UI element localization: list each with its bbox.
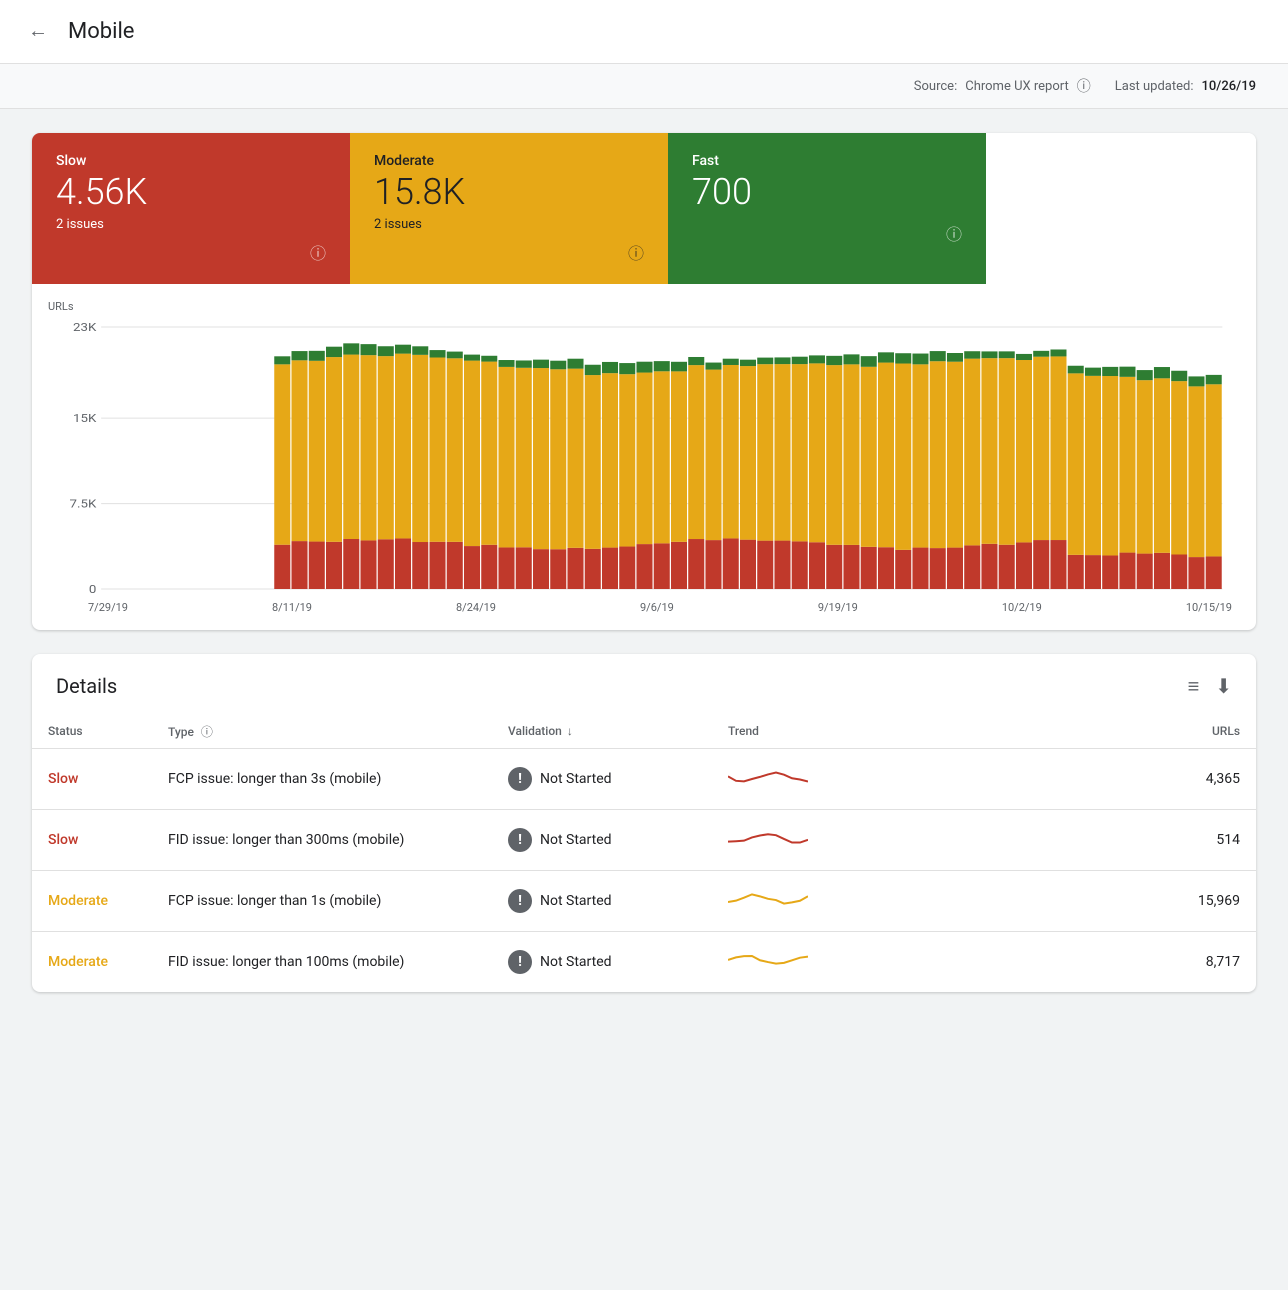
slow-help-icon[interactable]: ⓘ	[310, 240, 326, 264]
fast-help-icon[interactable]: ⓘ	[946, 221, 962, 245]
validation-status-text: Not Started	[540, 832, 612, 848]
row-type: FID issue: longer than 100ms (mobile)	[152, 931, 492, 992]
table-head: Status Type ⓘ Validation ↓ Trend URLs	[32, 715, 1256, 749]
validation-status-text: Not Started	[540, 893, 612, 909]
row-urls: 514	[852, 809, 1256, 870]
main-content: Slow 4.56K 2 issues ⓘ Moderate 15.8K 2 i…	[0, 109, 1288, 1016]
svg-text:0: 0	[89, 583, 97, 596]
download-icon[interactable]: ⬇	[1215, 674, 1232, 698]
table-row: SlowFCP issue: longer than 3s (mobile)! N…	[32, 748, 1256, 809]
row-urls: 15,969	[852, 870, 1256, 931]
table-row: ModerateFCP issue: longer than 1s (mobil…	[32, 870, 1256, 931]
details-header: Details ≡ ⬇	[32, 654, 1256, 715]
slow-label: Slow	[56, 153, 326, 169]
th-type: Type ⓘ	[152, 715, 492, 749]
row-type: FID issue: longer than 300ms (mobile)	[152, 809, 492, 870]
summary-fast: Fast 700 ⓘ	[668, 133, 986, 284]
type-help-icon[interactable]: ⓘ	[201, 725, 213, 739]
table-row: SlowFID issue: longer than 300ms (mobile…	[32, 809, 1256, 870]
updated-value: 10/26/19	[1202, 79, 1256, 94]
chart-area: URLs 0 7.5K 15K 23K 7/29/19 8/11/19 8/24/19 9/…	[32, 284, 1256, 630]
slow-issues: 2 issues	[56, 217, 326, 232]
row-validation: ! Not Started	[492, 931, 712, 992]
validation-status-icon: !	[508, 950, 532, 974]
row-trend	[712, 809, 852, 870]
trend-line-svg	[728, 887, 808, 911]
th-urls: URLs	[852, 715, 1256, 749]
page-header: ← Mobile	[0, 0, 1288, 64]
validation-status-icon: !	[508, 889, 532, 913]
row-status: Moderate	[32, 870, 152, 931]
x-label: 7/29/19	[88, 601, 128, 614]
x-label: 10/2/19	[1002, 601, 1042, 614]
validation-status-text: Not Started	[540, 954, 612, 970]
x-label: 9/6/19	[640, 601, 674, 614]
source-label: Source:	[914, 79, 957, 94]
table-row: ModerateFID issue: longer than 100ms (mo…	[32, 931, 1256, 992]
fast-label: Fast	[692, 153, 962, 169]
chart-y-label: URLs	[48, 300, 1232, 313]
summary-chart-card: Slow 4.56K 2 issues ⓘ Moderate 15.8K 2 i…	[32, 133, 1256, 630]
th-status: Status	[32, 715, 152, 749]
row-trend	[712, 870, 852, 931]
source-name: Chrome UX report	[965, 79, 1069, 94]
details-title: Details	[56, 674, 117, 698]
row-status: Moderate	[32, 931, 152, 992]
row-type: FCP issue: longer than 1s (mobile)	[152, 870, 492, 931]
validation-status-icon: !	[508, 828, 532, 852]
validation-status-text: Not Started	[540, 771, 612, 787]
x-label: 8/11/19	[272, 601, 312, 614]
th-trend: Trend	[712, 715, 852, 749]
x-label: 10/15/19	[1186, 601, 1232, 614]
summary-moderate: Moderate 15.8K 2 issues ⓘ	[350, 133, 668, 284]
chart-container: 0 7.5K 15K 23K	[48, 317, 1232, 597]
details-card: Details ≡ ⬇ Status Type ⓘ Validation	[32, 654, 1256, 992]
row-trend	[712, 931, 852, 992]
svg-text:7.5K: 7.5K	[70, 497, 97, 510]
details-table: Status Type ⓘ Validation ↓ Trend URLs	[32, 715, 1256, 992]
row-type: FCP issue: longer than 3s (mobile)	[152, 748, 492, 809]
slow-value: 4.56K	[56, 173, 326, 213]
bar-chart-svg: 0 7.5K 15K 23K	[48, 317, 1232, 597]
svg-text:15K: 15K	[73, 412, 97, 425]
table-body: SlowFCP issue: longer than 3s (mobile)! N…	[32, 748, 1256, 992]
row-validation: ! Not Started	[492, 809, 712, 870]
details-actions: ≡ ⬇	[1188, 674, 1232, 699]
trend-line-svg	[728, 948, 808, 972]
x-label: 8/24/19	[456, 601, 496, 614]
summary-row: Slow 4.56K 2 issues ⓘ Moderate 15.8K 2 i…	[32, 133, 1256, 284]
fast-value: 700	[692, 173, 962, 213]
row-validation: ! Not Started	[492, 870, 712, 931]
page-title: Mobile	[68, 19, 134, 44]
validation-status-icon: !	[508, 767, 532, 791]
summary-slow: Slow 4.56K 2 issues ⓘ	[32, 133, 350, 284]
row-urls: 4,365	[852, 748, 1256, 809]
filter-icon[interactable]: ≡	[1188, 674, 1200, 699]
row-validation: ! Not Started	[492, 748, 712, 809]
th-validation[interactable]: Validation ↓	[492, 715, 712, 749]
row-urls: 8,717	[852, 931, 1256, 992]
moderate-label: Moderate	[374, 153, 644, 169]
svg-text:23K: 23K	[73, 321, 97, 334]
moderate-value: 15.8K	[374, 173, 644, 213]
x-label: 9/19/19	[818, 601, 858, 614]
moderate-help-icon[interactable]: ⓘ	[628, 240, 644, 264]
source-bar: Source: Chrome UX report ⓘ Last updated:…	[0, 64, 1288, 109]
source-help-icon[interactable]: ⓘ	[1077, 76, 1091, 96]
row-trend	[712, 748, 852, 809]
table-wrapper: Status Type ⓘ Validation ↓ Trend URLs	[32, 715, 1256, 992]
moderate-issues: 2 issues	[374, 217, 644, 232]
updated-label: Last updated:	[1115, 79, 1194, 94]
back-button[interactable]: ←	[24, 16, 52, 47]
row-status: Slow	[32, 748, 152, 809]
trend-line-svg	[728, 765, 808, 789]
row-status: Slow	[32, 809, 152, 870]
trend-line-svg	[728, 826, 808, 850]
chart-x-labels: 7/29/19 8/11/19 8/24/19 9/6/19 9/19/19 10/2/1…	[48, 597, 1232, 614]
